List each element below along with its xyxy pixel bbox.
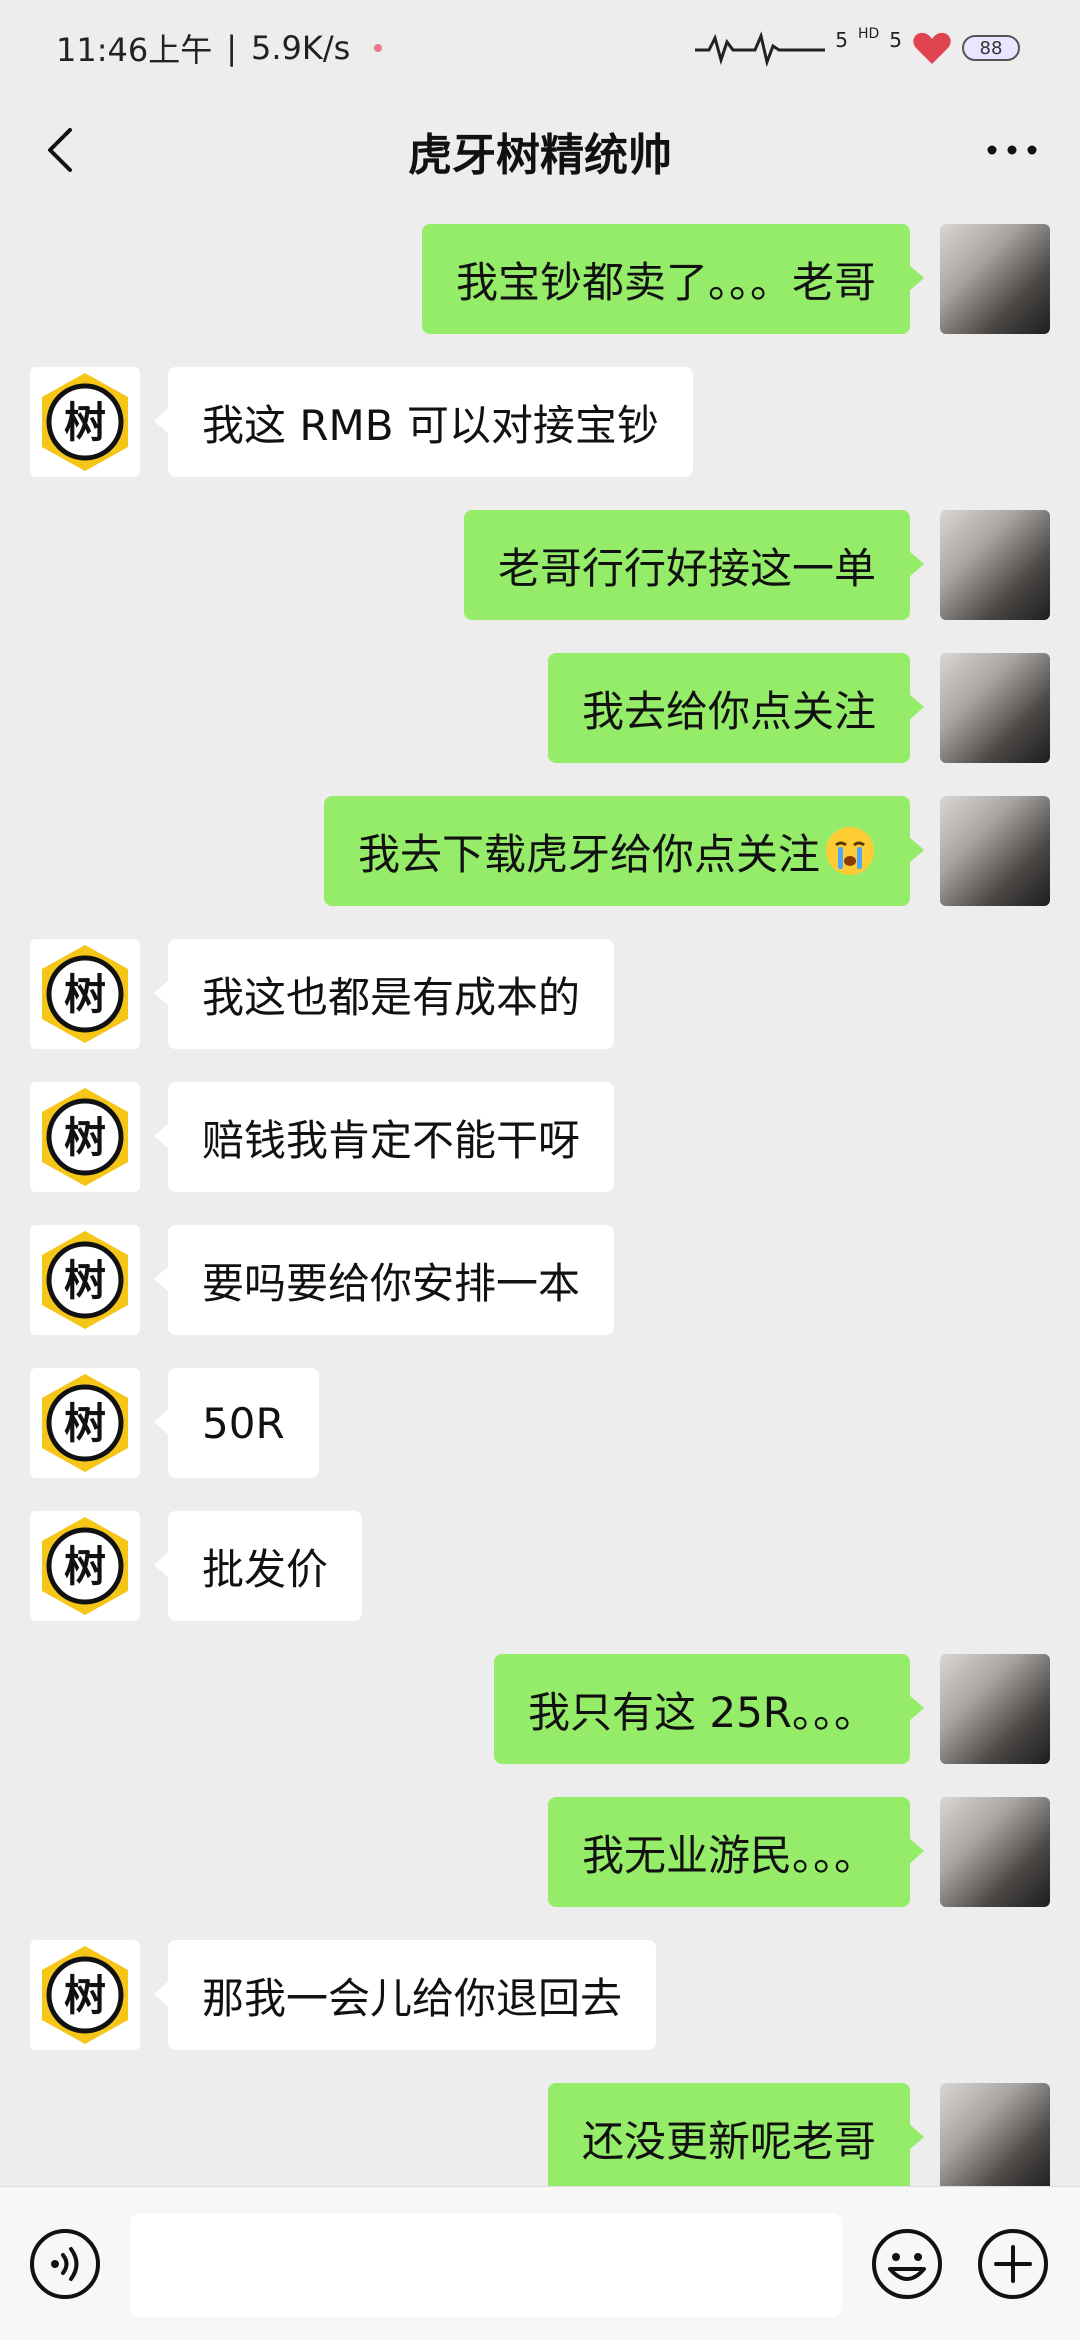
signal-heartbeat-icon bbox=[695, 31, 826, 68]
status-bar: 11:46上午 | 5.9K/s 5 HD 5 88 bbox=[0, 0, 1080, 96]
chevron-left-icon[interactable] bbox=[34, 122, 90, 178]
outgoing-bubble[interactable]: 我无业游民。。。 bbox=[547, 1797, 925, 1907]
crying-face-emoji-icon bbox=[826, 827, 874, 875]
outgoing-bubble[interactable]: 我去给你点关注 bbox=[547, 653, 925, 763]
tree-badge-icon: 树 bbox=[42, 373, 128, 471]
message-row: 我无业游民。。。 bbox=[0, 1789, 1080, 1907]
message-input[interactable] bbox=[130, 2213, 842, 2317]
tree-badge-icon: 树 bbox=[42, 1374, 128, 1472]
contact-avatar[interactable]: 树 bbox=[30, 1082, 140, 1192]
chat-title: 虎牙树精统帅 bbox=[408, 130, 672, 181]
message-row: 树 我这 RMB 可以对接宝钞 bbox=[0, 359, 1080, 477]
heart-icon bbox=[913, 32, 951, 64]
contact-avatar[interactable]: 树 bbox=[30, 367, 140, 477]
user-avatar[interactable] bbox=[940, 1797, 1050, 1907]
message-text: 我去下载虎牙给你点关注 bbox=[357, 829, 820, 879]
incoming-bubble[interactable]: 批发价 bbox=[153, 1511, 363, 1621]
incoming-bubble[interactable]: 要吗要给你安排一本 bbox=[153, 1225, 615, 1335]
incoming-bubble[interactable]: 那我一会儿给你退回去 bbox=[153, 1940, 657, 2050]
more-dots-icon[interactable] bbox=[982, 132, 1042, 168]
contact-avatar[interactable]: 树 bbox=[30, 1940, 140, 2050]
plus-icon[interactable] bbox=[976, 2227, 1050, 2301]
message-row: 树 赔钱我肯定不能干呀 bbox=[0, 1074, 1080, 1192]
signal-strength-1: 5 bbox=[835, 28, 848, 52]
contact-avatar[interactable]: 树 bbox=[30, 1368, 140, 1478]
svg-text:树: 树 bbox=[64, 1399, 106, 1448]
message-row: 还没更新呢老哥 bbox=[0, 2075, 1080, 2186]
contact-avatar[interactable]: 树 bbox=[30, 1511, 140, 1621]
chat-header: 虎牙树精统帅 bbox=[0, 96, 1080, 206]
message-row: 老哥行行好接这一单 bbox=[0, 502, 1080, 620]
svg-text:树: 树 bbox=[64, 1256, 106, 1305]
message-row: 我去给你点关注 bbox=[0, 645, 1080, 763]
message-row: 树 50R bbox=[0, 1360, 1080, 1478]
message-row: 树 我这也都是有成本的 bbox=[0, 931, 1080, 1049]
user-avatar[interactable] bbox=[940, 2083, 1050, 2186]
tree-badge-icon: 树 bbox=[42, 1231, 128, 1329]
tree-badge-icon: 树 bbox=[42, 1088, 128, 1186]
tree-badge-icon: 树 bbox=[42, 1517, 128, 1615]
tree-badge-icon: 树 bbox=[42, 945, 128, 1043]
message-row: 我只有这 25R。。。 bbox=[0, 1646, 1080, 1764]
contact-avatar[interactable]: 树 bbox=[30, 939, 140, 1049]
message-row: 树 要吗要给你安排一本 bbox=[0, 1217, 1080, 1335]
tree-badge-icon: 树 bbox=[42, 1946, 128, 2044]
battery-indicator: 88 bbox=[962, 35, 1020, 61]
hd-label: HD bbox=[857, 26, 880, 42]
svg-text:树: 树 bbox=[64, 970, 106, 1019]
svg-text:树: 树 bbox=[64, 1971, 106, 2020]
svg-text:树: 树 bbox=[64, 1542, 106, 1591]
outgoing-bubble[interactable]: 还没更新呢老哥 bbox=[547, 2083, 925, 2186]
input-bar bbox=[0, 2186, 1080, 2340]
status-separator: | bbox=[226, 29, 238, 67]
incoming-bubble[interactable]: 赔钱我肯定不能干呀 bbox=[153, 1082, 615, 1192]
user-avatar[interactable] bbox=[940, 653, 1050, 763]
emoji-icon[interactable] bbox=[870, 2227, 944, 2301]
message-list[interactable]: 我宝钞都卖了。。。老哥 树 我这 RMB 可以对接宝钞 老哥行行好接这一单 我去… bbox=[0, 206, 1080, 2186]
status-left: 11:46上午 | 5.9K/s bbox=[56, 25, 383, 71]
status-time: 11:46上午 bbox=[56, 31, 213, 69]
svg-text:树: 树 bbox=[64, 398, 106, 447]
notification-dot bbox=[374, 44, 383, 52]
user-avatar[interactable] bbox=[940, 1654, 1050, 1764]
status-right: 5 HD 5 88 bbox=[695, 26, 1020, 68]
message-row: 树 那我一会儿给你退回去 bbox=[0, 1932, 1080, 2050]
user-avatar[interactable] bbox=[940, 224, 1050, 334]
incoming-bubble[interactable]: 我这也都是有成本的 bbox=[153, 939, 615, 1049]
contact-avatar[interactable]: 树 bbox=[30, 1225, 140, 1335]
message-row: 我去下载虎牙给你点关注 bbox=[0, 788, 1080, 906]
network-speed: 5.9K/s bbox=[251, 29, 351, 67]
svg-text:树: 树 bbox=[64, 1113, 106, 1162]
incoming-bubble[interactable]: 50R bbox=[154, 1368, 319, 1478]
signal-strength-2: 5 bbox=[889, 28, 902, 52]
user-avatar[interactable] bbox=[940, 510, 1050, 620]
user-avatar[interactable] bbox=[940, 796, 1050, 906]
outgoing-bubble[interactable]: 老哥行行好接这一单 bbox=[463, 510, 925, 620]
outgoing-bubble[interactable]: 我去下载虎牙给你点关注 bbox=[323, 796, 925, 906]
outgoing-bubble[interactable]: 我宝钞都卖了。。。老哥 bbox=[421, 224, 925, 334]
voice-icon[interactable] bbox=[28, 2227, 102, 2301]
incoming-bubble[interactable]: 我这 RMB 可以对接宝钞 bbox=[154, 367, 693, 477]
message-row: 我宝钞都卖了。。。老哥 bbox=[0, 216, 1080, 334]
message-row: 树 批发价 bbox=[0, 1503, 1080, 1621]
outgoing-bubble[interactable]: 我只有这 25R。。。 bbox=[494, 1654, 924, 1764]
